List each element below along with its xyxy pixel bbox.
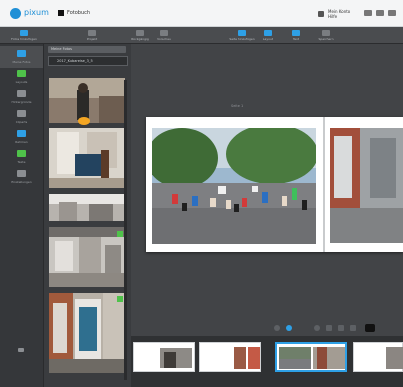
settings-icon <box>17 170 26 177</box>
folder-name: 2017_Kubareise_3_5 <box>57 59 93 63</box>
toolbar-layout-button[interactable]: Layout <box>258 27 278 43</box>
toolbar-label: Fotos hinzufügen <box>11 37 37 41</box>
menu-icon[interactable] <box>388 10 396 16</box>
help-link[interactable]: Hilfe <box>328 14 350 19</box>
toolbar-project-button[interactable]: Projekt <box>80 27 104 43</box>
toolbar-preview-button[interactable]: Vorschau <box>154 27 174 43</box>
toolbar-text-button[interactable]: Text <box>286 27 306 43</box>
layouts-icon <box>17 70 26 77</box>
preview-icon <box>160 30 168 36</box>
sidebar-item-label: Layouts <box>15 80 28 84</box>
top-header: pixum Fotobuch Mein Konto Hilfe <box>0 0 403 27</box>
placed-photo-alley[interactable] <box>330 128 403 243</box>
sidebar-item-label: Cliparts <box>15 120 28 124</box>
used-photo-badge-icon <box>117 231 123 237</box>
panel-header: Meine Fotos <box>48 46 126 53</box>
backgrounds-icon <box>17 90 26 97</box>
account-icon[interactable] <box>318 11 324 17</box>
page-photo-thumb <box>386 347 403 369</box>
project-icon <box>88 30 96 36</box>
save-icon <box>322 30 330 36</box>
page-photo-thumb <box>160 348 192 368</box>
toolbar-label: Speichern <box>318 37 334 41</box>
sidebar-item-layouts[interactable]: Layouts <box>0 66 43 88</box>
add-page-icon <box>238 30 246 36</box>
zoom-out-button[interactable] <box>274 325 280 331</box>
sidebar-item-cliparts[interactable]: Cliparts <box>0 106 43 128</box>
logo-text[interactable]: pixum <box>24 8 49 17</box>
spread-fold <box>323 117 325 252</box>
photos-icon <box>17 50 26 57</box>
favorite-badge-icon <box>78 117 90 125</box>
sidebar-item-backgrounds[interactable]: Hintergründe <box>0 86 43 108</box>
filmstrip-page[interactable] <box>199 342 261 372</box>
zoom-in-button[interactable] <box>314 325 320 331</box>
photo-thumbnail[interactable] <box>49 194 125 221</box>
toolbar-label: Vorschau <box>157 37 171 41</box>
sidebar-item-texts[interactable]: Texte <box>0 146 43 168</box>
frames-icon <box>17 130 26 137</box>
cliparts-icon <box>17 110 26 117</box>
account-menu[interactable]: Mein Konto Hilfe <box>328 9 350 19</box>
toolbar-save-button[interactable]: Speichern <box>316 27 336 43</box>
panel-title: Meine Fotos <box>51 47 72 51</box>
undo-icon <box>136 30 144 36</box>
text-icon <box>292 30 300 36</box>
photobook-editor: pixum Fotobuch Mein Konto Hilfe Fotos hi… <box>0 0 403 387</box>
sidebar-item-label: Hintergründe <box>11 100 32 104</box>
sidebar-item-label: Texte <box>17 160 26 164</box>
photo-thumbnail[interactable] <box>49 293 125 373</box>
page-photo-thumb <box>313 347 345 369</box>
filmstrip-page-selected[interactable] <box>275 342 347 372</box>
view-mode-icon[interactable] <box>365 324 375 332</box>
filmstrip-page[interactable] <box>353 342 403 372</box>
sidebar-item-frames[interactable]: Rahmen <box>0 126 43 148</box>
photo-panel: Meine Fotos 2017_Kubareise_3_5 <box>44 44 131 387</box>
sidebar-item-photos[interactable]: Meine Fotos <box>0 46 43 68</box>
left-sidebar: Meine Fotos Layouts Hintergründe Clipart… <box>0 44 44 387</box>
sidebar-item-settings[interactable]: Einstellungen <box>0 166 43 188</box>
language-icon[interactable] <box>376 10 384 16</box>
page-filmstrip <box>131 336 403 387</box>
home-icon[interactable] <box>58 10 64 16</box>
grid-icon[interactable] <box>350 325 356 331</box>
page-photo-thumb <box>279 347 311 369</box>
sidebar-item-label: Einstellungen <box>11 180 32 184</box>
sidebar-item-label: Meine Fotos <box>12 60 31 64</box>
photo-thumbnail[interactable] <box>49 128 125 188</box>
photo-thumbnail[interactable] <box>49 227 125 287</box>
breadcrumb[interactable]: Fotobuch <box>67 10 90 16</box>
main-toolbar: Fotos hinzufügen Projekt Rückgängig Vors… <box>0 27 403 44</box>
placed-photo-street-crowd[interactable] <box>152 128 316 244</box>
fit-view-icon[interactable] <box>326 325 332 331</box>
page-label: Seite 1 <box>231 104 244 108</box>
folder-select[interactable]: 2017_Kubareise_3_5 <box>48 56 128 66</box>
zoom-slider-handle[interactable] <box>286 325 292 331</box>
filmstrip-page[interactable] <box>133 342 195 372</box>
sidebar-item-label: Rahmen <box>15 140 28 144</box>
layout-icon <box>264 30 272 36</box>
book-spread <box>146 117 403 252</box>
toolbar-label: Projekt <box>86 37 98 41</box>
sidebar-collapse-button[interactable] <box>0 344 43 358</box>
collapse-icon <box>18 348 24 352</box>
pixum-logo-icon[interactable] <box>10 8 21 19</box>
fullscreen-icon[interactable] <box>338 325 344 331</box>
photo-thumbnail[interactable] <box>49 78 125 123</box>
used-photo-badge-icon <box>117 296 123 302</box>
add-photos-icon <box>20 30 28 36</box>
page-photo-thumb <box>234 347 260 369</box>
panel-scrollbar[interactable] <box>124 80 127 380</box>
cart-icon[interactable] <box>364 10 372 16</box>
texts-icon <box>17 150 26 157</box>
toolbar-add-photos-button[interactable]: Fotos hinzufügen <box>11 27 37 43</box>
